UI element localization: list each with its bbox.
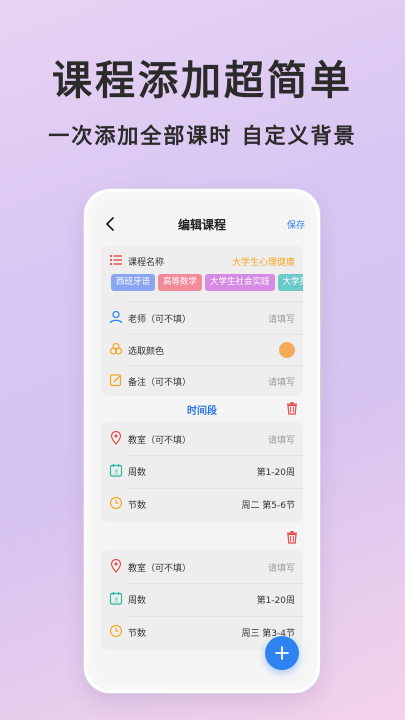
periods-label: 节数 xyxy=(128,501,147,511)
promo-headline: 课程添加超简单 xyxy=(52,58,353,104)
teacher-input[interactable]: 请填写 xyxy=(268,312,295,325)
periods-label: 节数 xyxy=(128,629,147,639)
classroom-row[interactable]: 教室（可不填） 请填写 xyxy=(101,552,303,582)
divider xyxy=(128,301,303,302)
note-row[interactable]: 备注（可不填） 请填写 xyxy=(101,366,303,396)
selected-color-swatch[interactable] xyxy=(279,342,295,358)
svg-text:3: 3 xyxy=(114,597,118,604)
teacher-label: 老师（可不填） xyxy=(128,315,192,325)
app-screen: 编辑课程 保存 课程名称 大学生心理健康 西班牙语高等数学大学生社会实践大学英 xyxy=(93,198,311,684)
edit-note-icon xyxy=(109,374,122,387)
phone-frame: 编辑课程 保存 课程名称 大学生心理健康 西班牙语高等数学大学生社会实践大学英 xyxy=(84,189,320,693)
save-button[interactable]: 保存 xyxy=(287,218,305,231)
weeks-row[interactable]: 3 周数 第1-20周 xyxy=(101,456,303,486)
svg-text:3: 3 xyxy=(114,469,118,476)
weeks-row[interactable]: 3 周数 第1-20周 xyxy=(101,584,303,614)
course-info-card: 课程名称 大学生心理健康 西班牙语高等数学大学生社会实践大学英 老师（可不填） … xyxy=(101,246,303,396)
course-name-row[interactable]: 课程名称 大学生心理健康 xyxy=(101,246,303,276)
classroom-label: 教室（可不填） xyxy=(128,564,192,574)
periods-row[interactable]: 节数 周二 第5-6节 xyxy=(101,489,303,519)
user-icon xyxy=(109,310,123,324)
time-segment-card: 教室（可不填） 请填写 3 周数 第1-20周 节 xyxy=(101,422,303,522)
course-tag[interactable]: 大学生社会实践 xyxy=(205,274,275,291)
clock-icon xyxy=(109,496,123,510)
weeks-value[interactable]: 第1-20周 xyxy=(257,465,295,478)
calendar-icon: 3 xyxy=(109,592,123,605)
weeks-label: 周数 xyxy=(128,596,147,606)
classroom-input[interactable]: 请填写 xyxy=(268,561,295,574)
time-segment-card: 教室（可不填） 请填写 3 周数 第1-20周 节 xyxy=(101,550,303,650)
classroom-input[interactable]: 请填写 xyxy=(268,433,295,446)
teacher-row[interactable]: 老师（可不填） 请填写 xyxy=(101,303,303,333)
location-pin-icon xyxy=(110,431,122,445)
course-name-value: 大学生心理健康 xyxy=(231,258,295,268)
color-palette-icon xyxy=(109,342,123,355)
add-segment-button[interactable] xyxy=(265,636,299,670)
course-tag[interactable]: 高等数学 xyxy=(158,274,203,291)
color-label: 选取颜色 xyxy=(128,347,165,357)
course-tag[interactable]: 大学英 xyxy=(277,274,303,291)
clock-icon xyxy=(109,624,123,638)
promo-subline: 一次添加全部课时 自定义背景 xyxy=(48,124,357,148)
weeks-value[interactable]: 第1-20周 xyxy=(257,593,295,606)
classroom-label: 教室（可不填） xyxy=(128,436,192,446)
periods-value[interactable]: 周二 第5-6节 xyxy=(241,498,295,511)
color-row[interactable]: 选取颜色 xyxy=(101,335,303,365)
note-label: 备注（可不填） xyxy=(128,378,192,388)
phone-side-button xyxy=(320,370,323,398)
note-input[interactable]: 请填写 xyxy=(268,375,295,388)
course-tag-list: 西班牙语高等数学大学生社会实践大学英 xyxy=(111,274,303,292)
calendar-icon: 3 xyxy=(109,464,123,477)
phone-side-button xyxy=(320,282,323,322)
course-name-label: 课程名称 xyxy=(128,258,165,268)
list-icon xyxy=(109,254,122,266)
time-segment-title: 时间段 xyxy=(187,406,217,417)
location-pin-icon xyxy=(110,559,122,573)
weeks-label: 周数 xyxy=(128,468,147,478)
delete-trash-icon[interactable] xyxy=(285,530,299,544)
delete-trash-icon[interactable] xyxy=(285,401,299,415)
classroom-row[interactable]: 教室（可不填） 请填写 xyxy=(101,424,303,454)
course-tag[interactable]: 西班牙语 xyxy=(111,274,156,291)
page-title: 编辑课程 xyxy=(177,218,226,232)
plus-icon xyxy=(275,646,289,660)
nav-bar: 编辑课程 保存 xyxy=(93,212,311,240)
